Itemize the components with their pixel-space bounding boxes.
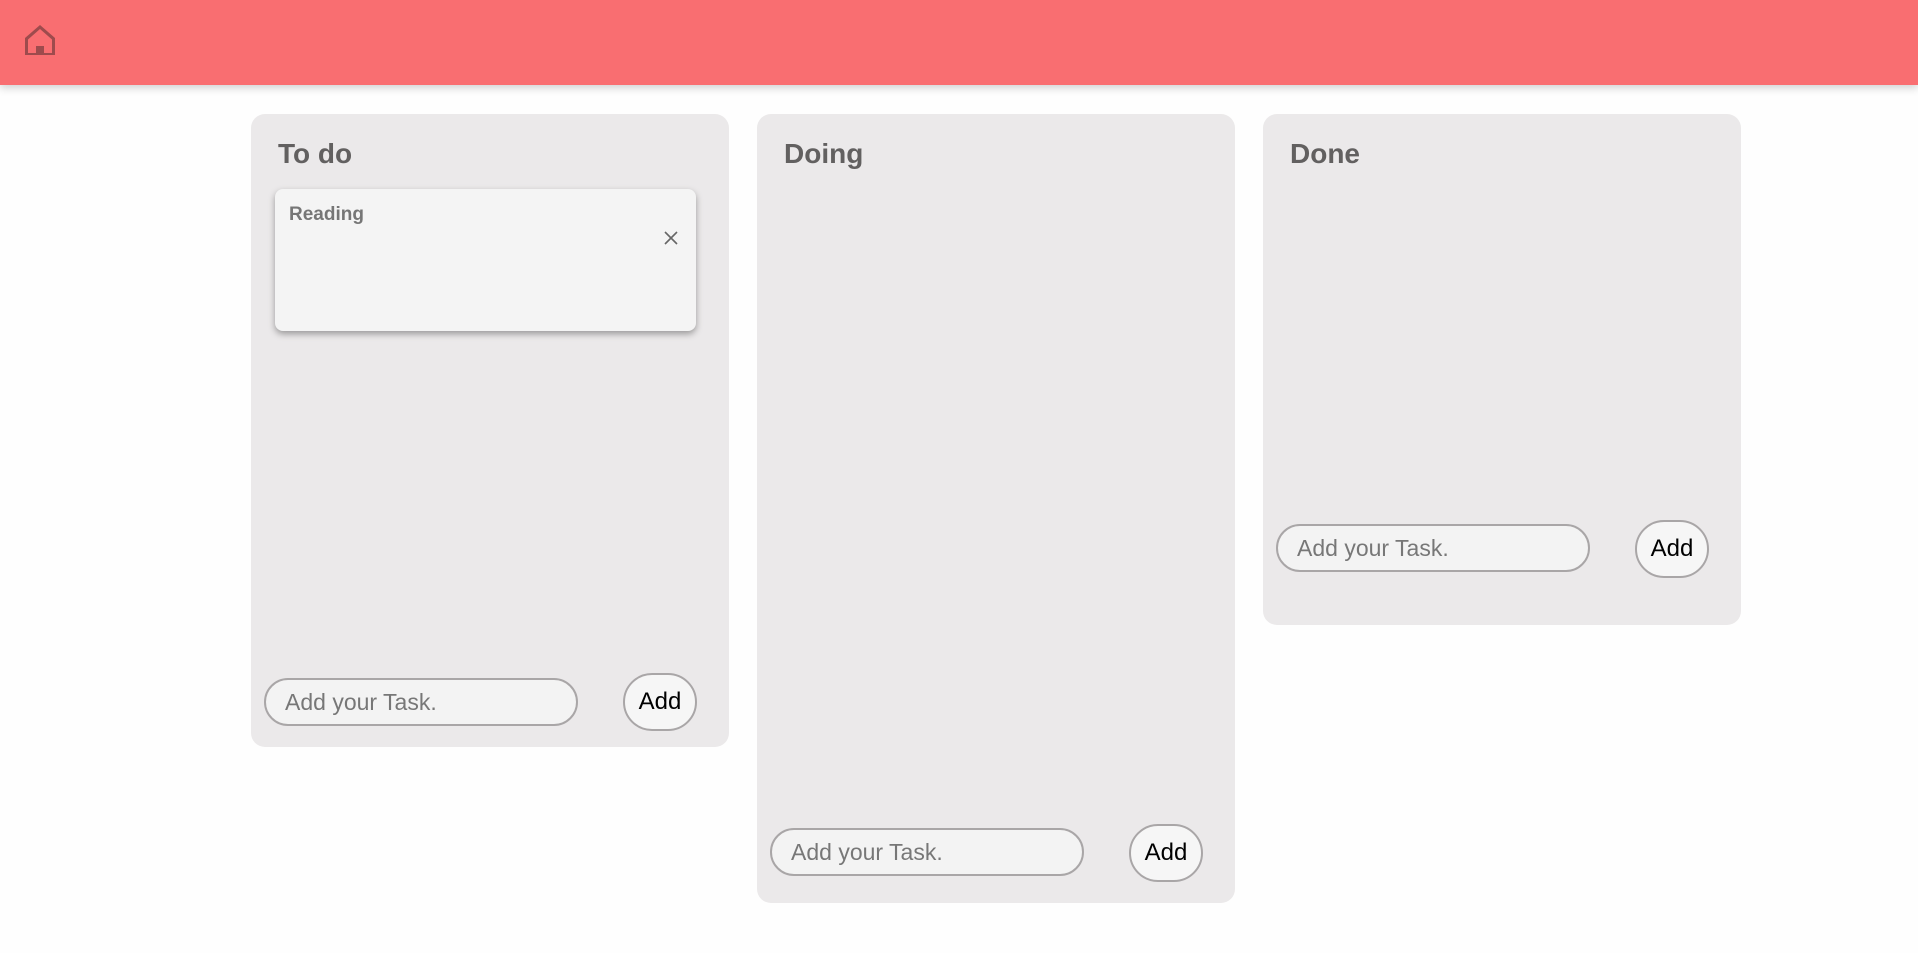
column-todo: To do Reading Add bbox=[251, 114, 729, 747]
top-header-bar bbox=[0, 0, 1918, 85]
add-task-button[interactable]: Add bbox=[1635, 520, 1709, 578]
home-button[interactable] bbox=[20, 20, 60, 60]
add-task-button[interactable]: Add bbox=[1129, 824, 1203, 882]
close-icon bbox=[664, 231, 678, 245]
add-task-input[interactable] bbox=[1276, 524, 1590, 572]
column-title: Done bbox=[1290, 138, 1360, 169]
add-task-input[interactable] bbox=[264, 678, 578, 726]
home-icon bbox=[25, 25, 55, 55]
column-done: Done Add bbox=[1263, 114, 1741, 625]
add-task-button[interactable]: Add bbox=[623, 673, 697, 731]
task-card-title: Reading bbox=[289, 204, 364, 225]
delete-task-button[interactable] bbox=[660, 227, 682, 249]
column-title: Doing bbox=[784, 138, 864, 169]
column-title: To do bbox=[278, 138, 353, 169]
task-card[interactable]: Reading bbox=[275, 189, 696, 331]
column-doing: Doing Add bbox=[757, 114, 1235, 903]
add-task-input[interactable] bbox=[770, 828, 1084, 876]
